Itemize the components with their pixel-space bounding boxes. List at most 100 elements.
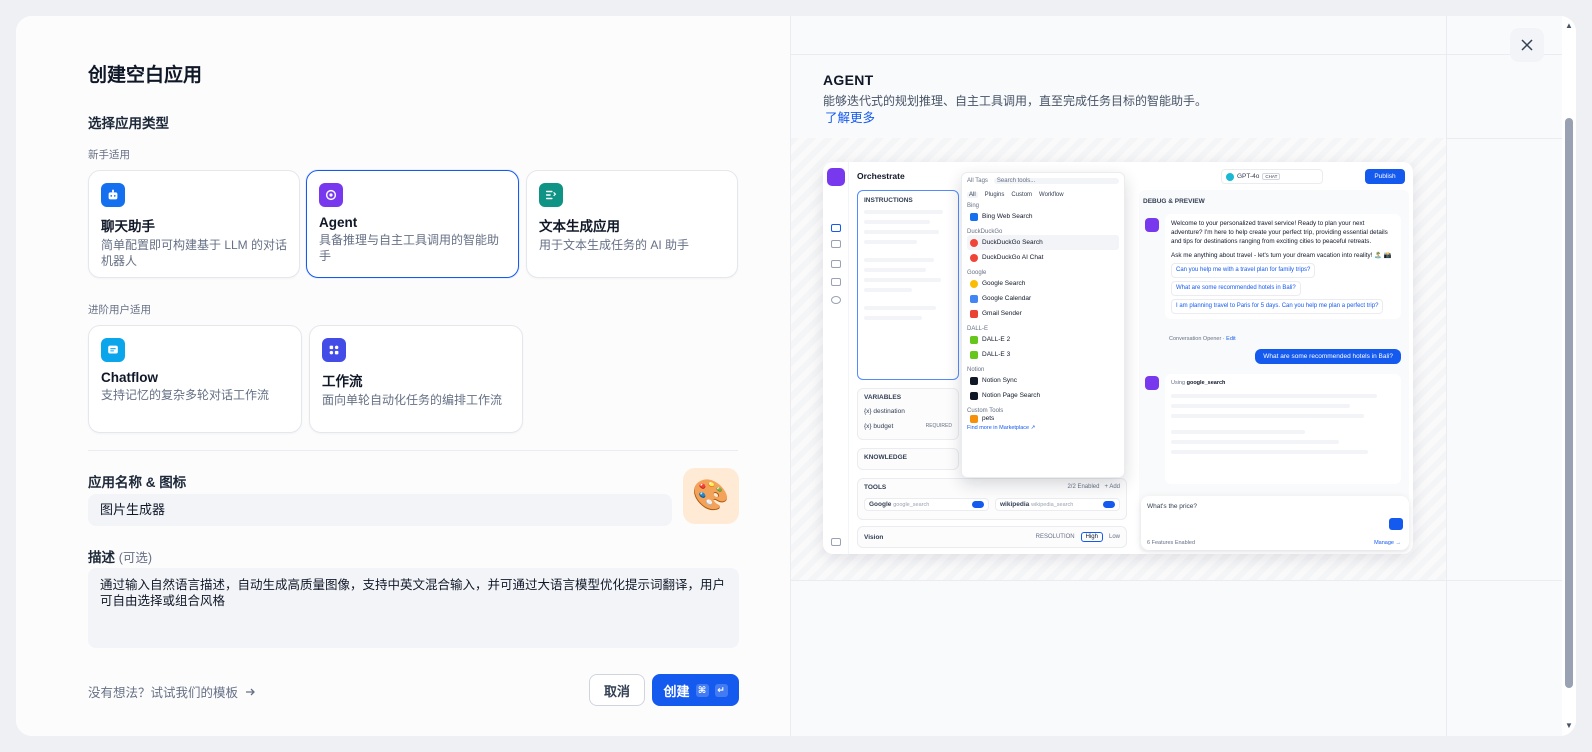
preview-bot-avatar	[1145, 376, 1159, 390]
enter-key-icon: ↵	[714, 683, 728, 697]
preview-vision-label: Vision	[864, 533, 884, 541]
preview-app-logo	[827, 168, 845, 186]
card-name: Chatflow	[101, 370, 158, 385]
preview-high: High	[1080, 532, 1103, 542]
preview-dd-item: Bing Web Search	[982, 213, 1033, 220]
preview-input-text: What's the price?	[1147, 503, 1198, 510]
preview-dd-item: Google Calendar	[982, 295, 1032, 302]
placeholder-line	[1171, 394, 1378, 398]
preview-nav-icon	[831, 538, 841, 546]
preview-nav-icon	[831, 278, 841, 286]
preview-chat-input: What's the price? 6 Features Enabled Man…	[1141, 496, 1409, 550]
dalle-icon	[970, 335, 978, 344]
app-type-card-agent[interactable]: Agent 具备推理与自主工具调用的智能助手	[306, 170, 519, 278]
preview-knowledge: KNOWLEDGE	[857, 448, 959, 470]
app-name-input[interactable]: 图片生成器	[88, 494, 672, 526]
workflow-icon	[322, 338, 346, 362]
preview-dd-marketplace: Marketplace ↗	[999, 425, 1036, 431]
preview-dd-item: Notion Page Search	[982, 392, 1041, 399]
create-form-panel: 创建空白应用 选择应用类型 新手适用 聊天助手 简单配置即可构建基于 LLM 的…	[16, 16, 790, 736]
grid-line	[1446, 16, 1447, 736]
preview-tool-dropdown: All Tags Search tools... All Plugins Cus…	[961, 172, 1125, 478]
placeholder-line	[1171, 430, 1306, 434]
description-textarea[interactable]: 通过输入自然语言描述，自动生成高质量图像，支持中英文混合输入，并可通过大语言模型…	[88, 568, 739, 648]
preview-user-bubble: What are some recommended hotels in Bali…	[1255, 349, 1401, 364]
preview-tool-sub: google_search	[893, 502, 930, 508]
preview-add-tool: + Add	[1104, 484, 1120, 490]
placeholder-line	[864, 210, 944, 214]
placeholder-line	[864, 316, 923, 320]
placeholder-line	[864, 268, 926, 272]
preview-dd-item: Notion Sync	[982, 377, 1018, 384]
close-button[interactable]	[1510, 28, 1544, 62]
preview-type-desc: 能够迭代式的规划推理、自主工具调用，直至完成任务目标的智能助手。	[823, 94, 1208, 108]
app-type-card-chatflow[interactable]: Chatflow 支持记忆的复杂多轮对话工作流	[88, 325, 302, 433]
pets-icon	[970, 414, 978, 423]
create-button[interactable]: 创建 ⌘ ↵	[652, 674, 739, 706]
gmail-icon	[970, 309, 978, 318]
scroll-up-icon[interactable]: ▲	[1565, 22, 1573, 30]
modal-title: 创建空白应用	[88, 65, 203, 86]
preview-answer-bubble: Using google_search	[1165, 374, 1401, 484]
preview-edit: Edit	[1226, 336, 1236, 342]
preview-knowledge-label: KNOWLEDGE	[864, 454, 907, 461]
text-generation-icon	[539, 183, 563, 207]
preview-tools: TOOLS 2/2 Enabled + Add Google google_se…	[857, 478, 1127, 520]
scroll-down-icon[interactable]: ▼	[1565, 722, 1573, 730]
create-app-modal: 创建空白应用 选择应用类型 新手适用 聊天助手 简单配置即可构建基于 LLM 的…	[16, 16, 1576, 736]
preview-debug-panel: DEBUG & PREVIEW Welcome to your personal…	[1139, 190, 1409, 552]
preview-dd-item: Gmail Sender	[982, 310, 1022, 317]
card-desc: 具备推理与自主工具调用的智能助手	[319, 233, 500, 263]
card-name: 文本生成应用	[539, 219, 620, 234]
card-desc: 面向单轮自动化任务的编排工作流	[322, 393, 503, 407]
preview-opener: Conversation Opener	[1169, 336, 1222, 342]
preview-dd-tab: Workflow	[1039, 192, 1064, 198]
preview-dd-tab: Plugins	[984, 192, 1005, 198]
scrollbar-thumb[interactable]	[1565, 118, 1573, 688]
app-type-preview-panel: AGENT 能够迭代式的规划推理、自主工具调用，直至完成任务目标的智能助手。 了…	[790, 16, 1576, 736]
chatflow-icon	[101, 338, 125, 362]
placeholder-line	[864, 240, 917, 244]
cmd-key-icon: ⌘	[695, 683, 709, 697]
toggle-icon	[1103, 501, 1115, 508]
app-type-card-chat-assistant[interactable]: 聊天助手 简单配置即可构建基于 LLM 的对话机器人	[88, 170, 300, 278]
placeholder-line	[864, 278, 942, 282]
template-link[interactable]: 没有想法？试试我们的模板	[88, 682, 256, 701]
card-desc: 支持记忆的复杂多轮对话工作流	[101, 388, 270, 402]
name-icon-label: 应用名称 & 图标	[88, 475, 187, 490]
card-name: Agent	[319, 215, 358, 230]
preview-dd-item: DuckDuckGo Search	[982, 239, 1043, 246]
card-name: 聊天助手	[101, 219, 155, 234]
cancel-button[interactable]: 取消	[589, 674, 645, 706]
preview-suggestion: Can you help me with a travel plan for f…	[1171, 263, 1316, 278]
preview-variables-label: VARIABLES	[864, 394, 902, 401]
preview-dd-item: Google Search	[982, 280, 1026, 287]
preview-tool-sub: wikipedia_search	[1031, 502, 1074, 508]
preview-using: Using	[1171, 380, 1186, 386]
preview-dd-tab: Custom	[1011, 192, 1033, 198]
agent-preview-screenshot: Orchestrate INSTRUCTIONS VARIABLES {x} d…	[823, 162, 1413, 554]
placeholder-line	[1171, 414, 1364, 418]
preview-orchestrate-title: Orchestrate	[857, 171, 905, 181]
description-optional: (可选)	[118, 551, 153, 565]
app-icon-picker[interactable]: 🎨	[683, 468, 739, 524]
preview-sidebar	[823, 162, 849, 554]
preview-var: {x} destination	[864, 408, 905, 415]
app-type-card-text-generation[interactable]: 文本生成应用 用于文本生成任务的 AI 助手	[526, 170, 738, 278]
placeholder-line	[864, 230, 939, 234]
preview-dd-tags: All Tags	[967, 178, 988, 184]
preview-welcome-bubble: Welcome to your personalized travel serv…	[1165, 214, 1401, 319]
preview-vision: Vision RESOLUTION High Low	[857, 526, 1127, 548]
notion-icon	[970, 391, 978, 400]
preview-model-name: GPT-4o	[1237, 173, 1260, 180]
preview-dd-more: Find more in	[967, 425, 998, 431]
preview-ask-text: Ask me anything about travel - let's tur…	[1171, 252, 1392, 259]
preview-instructions-label: INSTRUCTIONS	[864, 197, 913, 204]
scrollbar[interactable]: ▲ ▼	[1562, 16, 1576, 736]
preview-tool: Google	[869, 501, 892, 508]
app-type-card-workflow[interactable]: 工作流 面向单轮自动化任务的编排工作流	[309, 325, 523, 433]
preview-dd-item: DALL-E 2	[982, 336, 1011, 343]
card-desc: 简单配置即可构建基于 LLM 的对话机器人	[101, 238, 288, 268]
learn-more-link[interactable]: 了解更多	[825, 107, 875, 126]
preview-using-tool: google_search	[1186, 380, 1226, 386]
